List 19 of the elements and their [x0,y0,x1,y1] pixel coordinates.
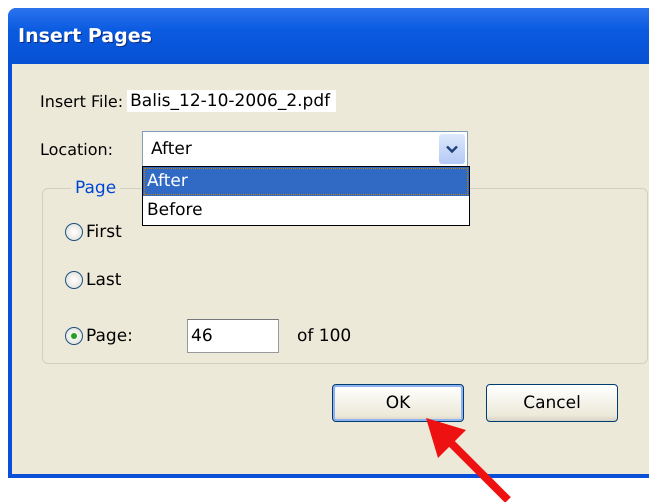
page-count-text: of 100 [297,326,352,346]
radio-circle[interactable] [65,223,83,241]
dropdown-button[interactable] [439,134,465,164]
radio-button[interactable]: First [65,222,187,242]
file-name: Balis_12-10-2006_2.pdf [127,90,336,112]
dropdown-option[interactable]: After [143,167,469,196]
window-title: Insert Pages [18,25,152,47]
dialog-button[interactable]: OK [332,384,464,422]
location-label: Location: [40,140,114,158]
insert-file-label: Insert File: [40,92,124,110]
radio-button[interactable]: Last [65,270,187,290]
radio-circle[interactable] [65,271,83,289]
radio-circle[interactable] [65,327,83,345]
page-number-field[interactable]: 46 [187,319,279,353]
dropdown-option[interactable]: Before [143,196,469,225]
chevron-icon [446,144,458,154]
group-title: Page [74,178,118,198]
dialog-button[interactable]: Cancel [486,384,618,422]
radio-button[interactable]: Page: [65,326,187,346]
